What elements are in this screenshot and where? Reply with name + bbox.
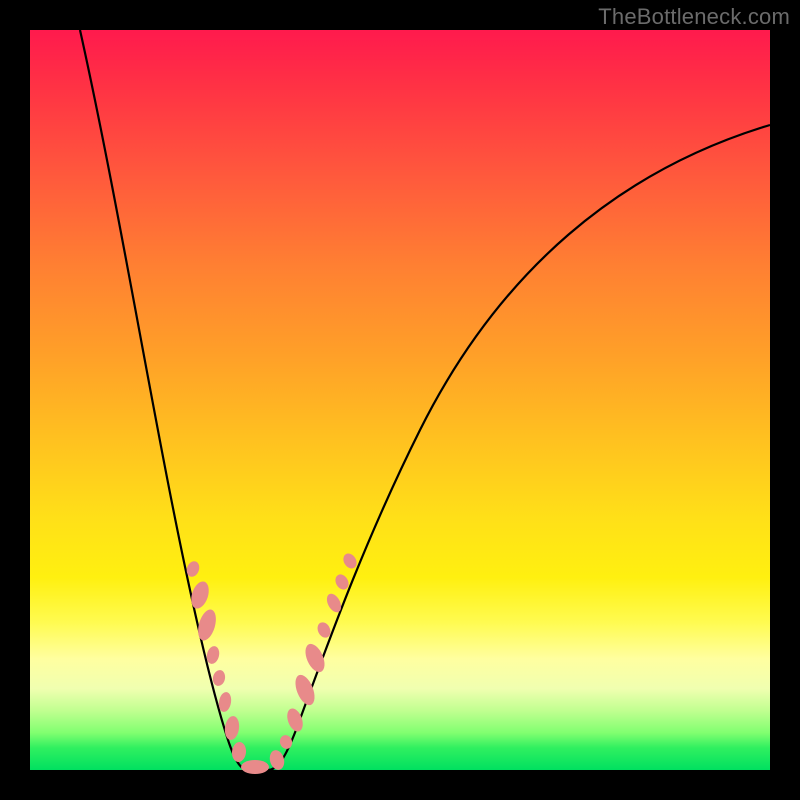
curve-left-arm [80, 30, 248, 770]
plot-area [30, 30, 770, 770]
chart-frame: TheBottleneck.com [0, 0, 800, 800]
data-marker [211, 669, 226, 687]
data-marker [241, 760, 269, 774]
data-marker [302, 641, 329, 675]
chart-svg [30, 30, 770, 770]
curve-right-arm [268, 125, 770, 770]
data-marker [268, 749, 287, 772]
data-marker [278, 733, 294, 750]
marker-group [185, 551, 360, 774]
watermark-text: TheBottleneck.com [598, 4, 790, 30]
data-marker [231, 741, 247, 762]
